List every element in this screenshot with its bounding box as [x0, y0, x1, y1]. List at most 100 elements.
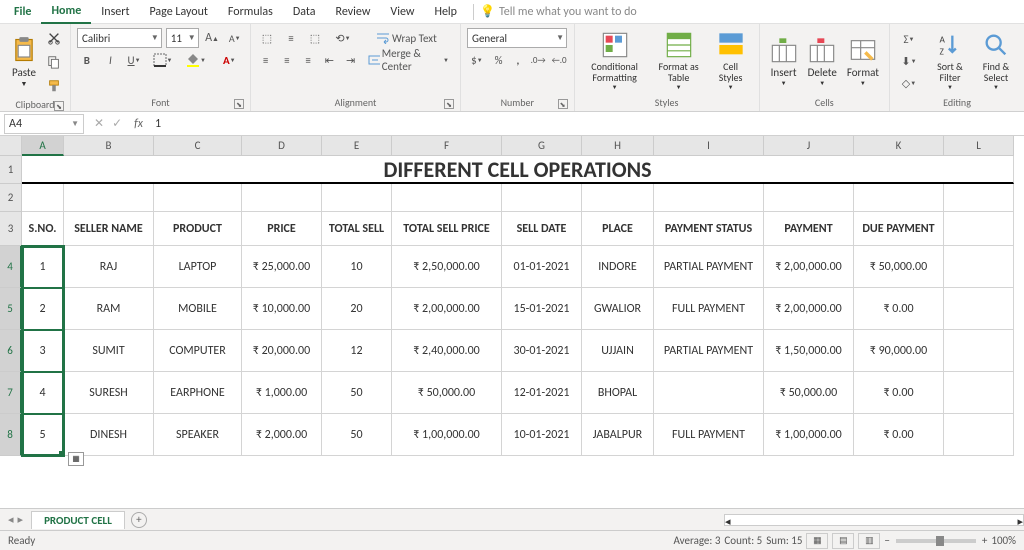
data-cell[interactable]: 20: [322, 288, 392, 330]
menu-file[interactable]: File: [4, 0, 41, 24]
data-cell[interactable]: ₹ 90,000.00: [854, 330, 944, 372]
borders-button[interactable]: ▼: [148, 50, 177, 70]
header-cell[interactable]: PLACE: [582, 212, 654, 246]
number-dialog-launcher[interactable]: ⬊: [558, 99, 568, 109]
cell[interactable]: [154, 184, 242, 212]
data-cell[interactable]: ₹ 20,000.00: [242, 330, 322, 372]
data-cell[interactable]: [654, 372, 764, 414]
row-header[interactable]: 2: [0, 184, 22, 212]
column-header[interactable]: F: [392, 136, 502, 156]
percent-format-button[interactable]: %: [491, 50, 506, 70]
data-cell[interactable]: DINESH: [64, 414, 154, 456]
increase-decimal-button[interactable]: .0→: [530, 50, 547, 70]
data-cell[interactable]: INDORE: [582, 246, 654, 288]
bold-button[interactable]: B: [77, 50, 97, 70]
data-cell[interactable]: SURESH: [64, 372, 154, 414]
menu-help[interactable]: Help: [424, 0, 467, 24]
column-header[interactable]: B: [64, 136, 154, 156]
delete-cells-button[interactable]: Delete▼: [804, 28, 841, 94]
zoom-out-button[interactable]: −: [884, 534, 889, 547]
name-box[interactable]: A4▼: [4, 114, 84, 134]
data-cell[interactable]: ₹ 2,50,000.00: [392, 246, 502, 288]
font-dialog-launcher[interactable]: ⬊: [234, 99, 244, 109]
select-all-corner[interactable]: [0, 136, 22, 156]
data-cell[interactable]: ₹ 2,40,000.00: [392, 330, 502, 372]
cell[interactable]: [654, 184, 764, 212]
data-cell[interactable]: FULL PAYMENT: [654, 288, 764, 330]
data-cell[interactable]: ₹ 1,000.00: [242, 372, 322, 414]
cell[interactable]: [22, 184, 64, 212]
page-layout-view-button[interactable]: ▤: [832, 533, 854, 549]
data-cell[interactable]: 10: [322, 246, 392, 288]
zoom-slider[interactable]: − +: [884, 534, 987, 547]
increase-indent-button[interactable]: ⇥: [342, 50, 359, 70]
spreadsheet-grid[interactable]: ABCDEFGHIJKL1DIFFERENT CELL OPERATIONS23…: [0, 136, 1024, 508]
cell[interactable]: [944, 414, 1014, 456]
data-cell[interactable]: MOBILE: [154, 288, 242, 330]
row-header[interactable]: 7: [0, 372, 22, 414]
conditional-formatting-button[interactable]: Conditional Formatting▼: [581, 28, 649, 94]
italic-button[interactable]: I: [101, 50, 121, 70]
data-cell[interactable]: ₹ 50,000.00: [854, 246, 944, 288]
data-cell[interactable]: 3: [22, 330, 64, 372]
column-header[interactable]: I: [654, 136, 764, 156]
align-top-button[interactable]: ⬚: [257, 28, 277, 48]
data-cell[interactable]: 50: [322, 414, 392, 456]
menu-view[interactable]: View: [380, 0, 424, 24]
column-header[interactable]: G: [502, 136, 582, 156]
align-left-button[interactable]: ≡: [257, 50, 274, 70]
align-middle-button[interactable]: ≡: [281, 28, 301, 48]
fill-button[interactable]: ⬇▼: [896, 51, 922, 71]
header-cell[interactable]: SELL DATE: [502, 212, 582, 246]
header-cell[interactable]: PAYMENT: [764, 212, 854, 246]
data-cell[interactable]: SPEAKER: [154, 414, 242, 456]
align-right-button[interactable]: ≡: [299, 50, 316, 70]
underline-button[interactable]: U▼: [124, 50, 144, 70]
cut-button[interactable]: [44, 28, 64, 48]
cell[interactable]: [242, 184, 322, 212]
font-color-button[interactable]: A▼: [215, 50, 244, 70]
column-header[interactable]: K: [854, 136, 944, 156]
data-cell[interactable]: RAJ: [64, 246, 154, 288]
font-name-combo[interactable]: Calibri▼: [77, 28, 162, 48]
wrap-text-button[interactable]: Wrap Text: [371, 28, 442, 48]
data-cell[interactable]: ₹ 10,000.00: [242, 288, 322, 330]
header-cell[interactable]: TOTAL SELL PRICE: [392, 212, 502, 246]
header-cell[interactable]: TOTAL SELL: [322, 212, 392, 246]
data-cell[interactable]: 30-01-2021: [502, 330, 582, 372]
menu-data[interactable]: Data: [283, 0, 326, 24]
header-cell[interactable]: PRICE: [242, 212, 322, 246]
data-cell[interactable]: 10-01-2021: [502, 414, 582, 456]
new-sheet-button[interactable]: +: [131, 512, 147, 528]
header-cell[interactable]: PRODUCT: [154, 212, 242, 246]
data-cell[interactable]: ₹ 50,000.00: [392, 372, 502, 414]
cancel-formula-icon[interactable]: ✕: [94, 116, 104, 131]
cell[interactable]: [392, 184, 502, 212]
cell[interactable]: [582, 184, 654, 212]
menu-insert[interactable]: Insert: [91, 0, 139, 24]
data-cell[interactable]: ₹ 2,000.00: [242, 414, 322, 456]
align-center-button[interactable]: ≡: [278, 50, 295, 70]
data-cell[interactable]: PARTIAL PAYMENT: [654, 246, 764, 288]
column-header[interactable]: A: [22, 136, 64, 156]
normal-view-button[interactable]: ▦: [806, 533, 828, 549]
decrease-font-button[interactable]: A▼: [225, 28, 244, 48]
clear-button[interactable]: ◇▼: [896, 73, 922, 93]
row-header[interactable]: 5: [0, 288, 22, 330]
data-cell[interactable]: JABALPUR: [582, 414, 654, 456]
alignment-dialog-launcher[interactable]: ⬊: [444, 99, 454, 109]
data-cell[interactable]: LAPTOP: [154, 246, 242, 288]
data-cell[interactable]: 15-01-2021: [502, 288, 582, 330]
cell[interactable]: [944, 184, 1014, 212]
data-cell[interactable]: 01-01-2021: [502, 246, 582, 288]
column-header[interactable]: C: [154, 136, 242, 156]
increase-font-button[interactable]: A▲: [203, 28, 222, 48]
zoom-in-button[interactable]: +: [982, 534, 987, 547]
menu-review[interactable]: Review: [326, 0, 381, 24]
data-cell[interactable]: ₹ 2,00,000.00: [764, 288, 854, 330]
data-cell[interactable]: EARPHONE: [154, 372, 242, 414]
insert-cells-button[interactable]: Insert▼: [766, 28, 802, 94]
data-cell[interactable]: 12-01-2021: [502, 372, 582, 414]
cell[interactable]: [944, 288, 1014, 330]
data-cell[interactable]: ₹ 1,50,000.00: [764, 330, 854, 372]
